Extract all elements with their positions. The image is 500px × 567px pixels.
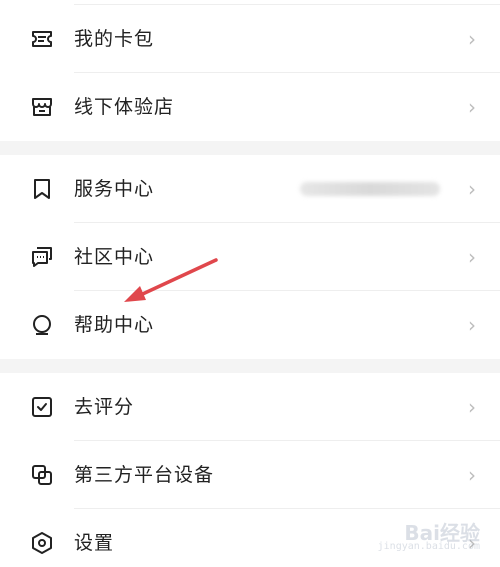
menu-item-label: 帮助中心 [74,314,155,336]
menu-item-label: 社区中心 [74,246,155,268]
menu-item-label: 服务中心 [74,178,155,200]
section-gap [0,141,500,155]
menu-group-1: 我的卡包 › 线下体验店 › [0,5,500,141]
menu-item-third-party-devices[interactable]: 第三方平台设备 › [0,441,500,509]
menu-item-help-center[interactable]: 帮助中心 › [0,291,500,359]
menu-item-label: 我的卡包 [74,28,155,50]
menu-item-service-center[interactable]: 服务中心 › [0,155,500,223]
menu-group-2: 服务中心 › 社区中心 › 帮助中心 › [0,155,500,359]
watermark-url: jingyan.baidu.com [377,541,480,552]
chevron-right-icon: › [468,395,476,419]
section-gap [0,359,500,373]
chevron-right-icon: › [468,463,476,487]
help-headset-icon [30,313,54,337]
menu-item-label: 线下体验店 [74,96,175,118]
chevron-right-icon: › [468,27,476,51]
menu-item-community-center[interactable]: 社区中心 › [0,223,500,291]
chevron-right-icon: › [468,177,476,201]
baidu-watermark: Bai经验 jingyan.baidu.com [378,517,486,557]
chevron-right-icon: › [468,95,476,119]
linked-devices-icon [30,463,54,487]
store-icon [30,95,54,119]
check-square-icon [30,395,54,419]
menu-item-label: 第三方平台设备 [74,464,215,486]
menu-item-offline-store[interactable]: 线下体验店 › [0,73,500,141]
bookmark-icon [30,177,54,201]
chevron-right-icon: › [468,313,476,337]
chevron-right-icon: › [468,245,476,269]
blurred-value [300,182,440,196]
settings-hexagon-icon [30,531,54,555]
menu-item-card-wallet[interactable]: 我的卡包 › [0,5,500,73]
chat-bubbles-icon [30,245,54,269]
menu-item-label: 去评分 [74,396,135,418]
menu-item-rate[interactable]: 去评分 › [0,373,500,441]
settings-menu-screen: 我的卡包 › 线下体验店 › 服务中心 › 社区中心 › 帮助中心 › 去评分 … [0,0,500,567]
card-wallet-icon [30,27,54,51]
menu-item-label: 设置 [74,532,115,554]
